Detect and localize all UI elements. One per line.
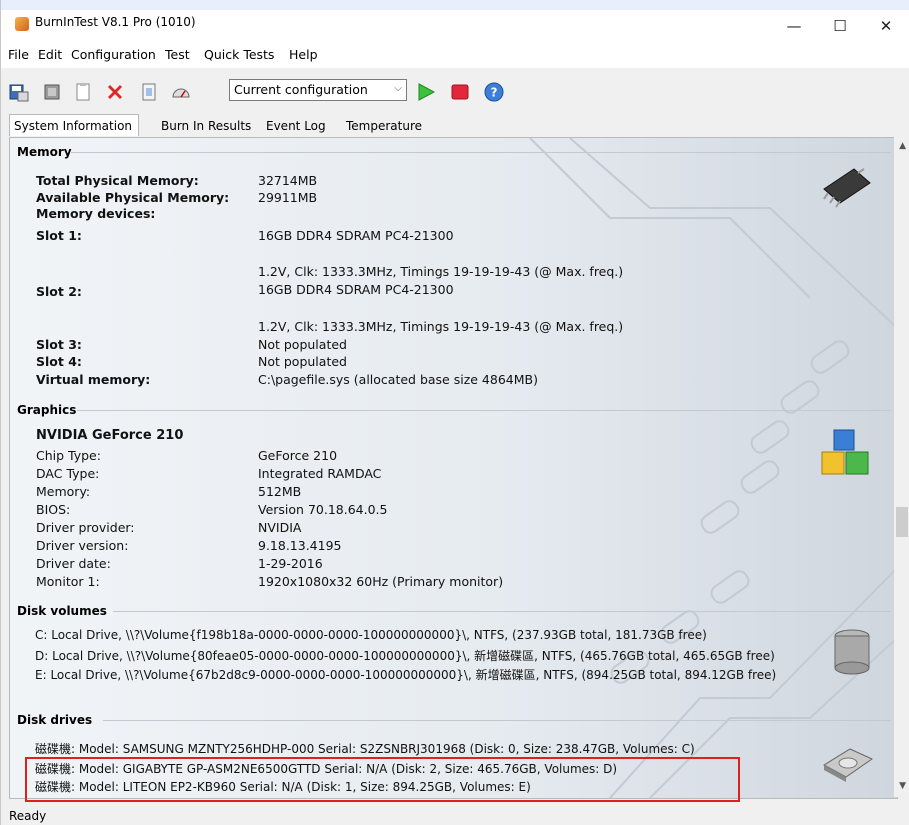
scroll-up-icon[interactable]: ▲ <box>899 141 906 151</box>
dac-type-value: Integrated RAMDAC <box>258 466 382 481</box>
menu-help[interactable]: Help <box>289 47 318 62</box>
total-memory-label: Total Physical Memory: <box>36 173 199 188</box>
graphics-divider <box>77 410 891 411</box>
slot1-label: Slot 1: <box>36 228 82 243</box>
burnintest-window: BurnInTest V8.1 Pro (1010) — ☐ ✕ File Ed… <box>0 0 909 825</box>
tab-strip: System Information Burn In Results Event… <box>1 113 909 137</box>
cpu-icon[interactable] <box>42 82 62 102</box>
menu-configuration[interactable]: Configuration <box>71 47 156 62</box>
bios-value: Version 70.18.64.0.5 <box>258 502 388 517</box>
chip-type-value: GeForce 210 <box>258 448 338 463</box>
slot3-label: Slot 3: <box>36 337 82 352</box>
memory-chip-icon <box>823 168 871 208</box>
virtual-memory-label: Virtual memory: <box>36 372 151 387</box>
disk-drives-divider <box>103 720 891 721</box>
menu-bar: File Edit Configuration Test Quick Tests… <box>1 42 909 68</box>
chip-type-label: Chip Type: <box>36 448 101 463</box>
driver-date-value: 1-29-2016 <box>258 556 323 571</box>
configuration-select-value: Current configuration <box>234 82 368 97</box>
driver-version-value: 9.18.13.4195 <box>258 538 342 553</box>
chevron-down-icon: ⌵ <box>394 83 402 94</box>
configuration-select[interactable]: Current configuration ⌵ <box>229 79 407 101</box>
disk-volumes-heading: Disk volumes <box>17 604 107 618</box>
slot1-detail: 1.2V, Clk: 1333.3MHz, Timings 19-19-19-4… <box>258 264 624 279</box>
test-icon[interactable] <box>139 82 159 102</box>
volume-row: D: Local Drive, \\?\Volume{80feae05-0000… <box>35 649 775 663</box>
vertical-scrollbar[interactable] <box>894 137 909 797</box>
window-top-edge <box>1 0 909 10</box>
driver-version-label: Driver version: <box>36 538 129 553</box>
disk-volumes-icon <box>834 629 870 675</box>
highlight-annotation-box <box>25 757 740 802</box>
memory-devices-label: Memory devices: <box>36 206 156 221</box>
svg-text:?: ? <box>491 86 498 100</box>
close-button[interactable]: ✕ <box>863 10 909 42</box>
slot1-value: 16GB DDR4 SDRAM PC4-21300 <box>258 228 454 243</box>
gpu-memory-value: 512MB <box>258 484 302 499</box>
graphics-card-name: NVIDIA GeForce 210 <box>36 428 184 443</box>
tab-event-log[interactable]: Event Log <box>262 117 330 135</box>
slot4-value: Not populated <box>258 354 347 369</box>
status-bar: Ready <box>1 806 909 825</box>
scroll-down-icon[interactable]: ▼ <box>899 781 906 791</box>
disk-volumes-divider <box>113 611 891 612</box>
tab-temperature[interactable]: Temperature <box>342 117 426 135</box>
tab-burn-in-results[interactable]: Burn In Results <box>157 117 255 135</box>
dac-type-label: DAC Type: <box>36 466 100 481</box>
bios-label: BIOS: <box>36 502 71 517</box>
clipboard-icon[interactable] <box>73 82 93 102</box>
menu-test[interactable]: Test <box>165 47 190 62</box>
menu-edit[interactable]: Edit <box>38 47 62 62</box>
maximize-button[interactable]: ☐ <box>817 10 863 42</box>
memory-heading: Memory <box>17 145 72 159</box>
driver-date-label: Driver date: <box>36 556 111 571</box>
gauge-icon[interactable] <box>171 82 191 102</box>
slot2-value: 16GB DDR4 SDRAM PC4-21300 <box>258 282 454 297</box>
slot2-detail: 1.2V, Clk: 1333.3MHz, Timings 19-19-19-4… <box>258 319 624 334</box>
memory-divider <box>71 152 891 153</box>
total-memory-value: 32714MB <box>258 173 318 188</box>
driver-provider-value: NVIDIA <box>258 520 302 535</box>
tab-system-information[interactable]: System Information <box>9 114 140 136</box>
stop-x-icon[interactable] <box>105 82 125 102</box>
available-memory-label: Available Physical Memory: <box>36 190 230 205</box>
burnintest-app-icon <box>15 17 29 31</box>
virtual-memory-value: C:\pagefile.sys (allocated base size 486… <box>258 372 538 387</box>
monitor-label: Monitor 1: <box>36 574 100 589</box>
slot2-label: Slot 2: <box>36 284 82 299</box>
slot3-value: Not populated <box>258 337 347 352</box>
play-icon[interactable] <box>416 82 436 102</box>
menu-quick-tests[interactable]: Quick Tests <box>204 47 274 62</box>
stop-icon[interactable] <box>450 82 470 102</box>
available-memory-value: 29911MB <box>258 190 318 205</box>
menu-file[interactable]: File <box>8 47 29 62</box>
disk-drives-heading: Disk drives <box>17 713 93 727</box>
status-text: Ready <box>9 809 47 823</box>
help-icon[interactable]: ? <box>484 82 504 102</box>
volume-row: C: Local Drive, \\?\Volume{f198b18a-0000… <box>35 628 707 642</box>
monitor-value: 1920x1080x32 60Hz (Primary monitor) <box>258 574 504 589</box>
volume-row: E: Local Drive, \\?\Volume{67b2d8c9-0000… <box>35 668 777 682</box>
driver-provider-label: Driver provider: <box>36 520 135 535</box>
drive-row: 磁碟機: Model: SAMSUNG MZNTY256HDHP-000 Ser… <box>35 742 695 756</box>
minimize-button[interactable]: — <box>771 10 817 42</box>
graphics-heading: Graphics <box>17 403 77 417</box>
graphics-cubes-icon <box>821 429 869 475</box>
scrollbar-thumb[interactable] <box>896 507 908 537</box>
disk-drive-icon <box>823 748 874 782</box>
window-title: BurnInTest V8.1 Pro (1010) <box>35 15 196 29</box>
save-icon[interactable] <box>9 82 29 102</box>
slot4-label: Slot 4: <box>36 354 82 369</box>
gpu-memory-label: Memory: <box>36 484 91 499</box>
